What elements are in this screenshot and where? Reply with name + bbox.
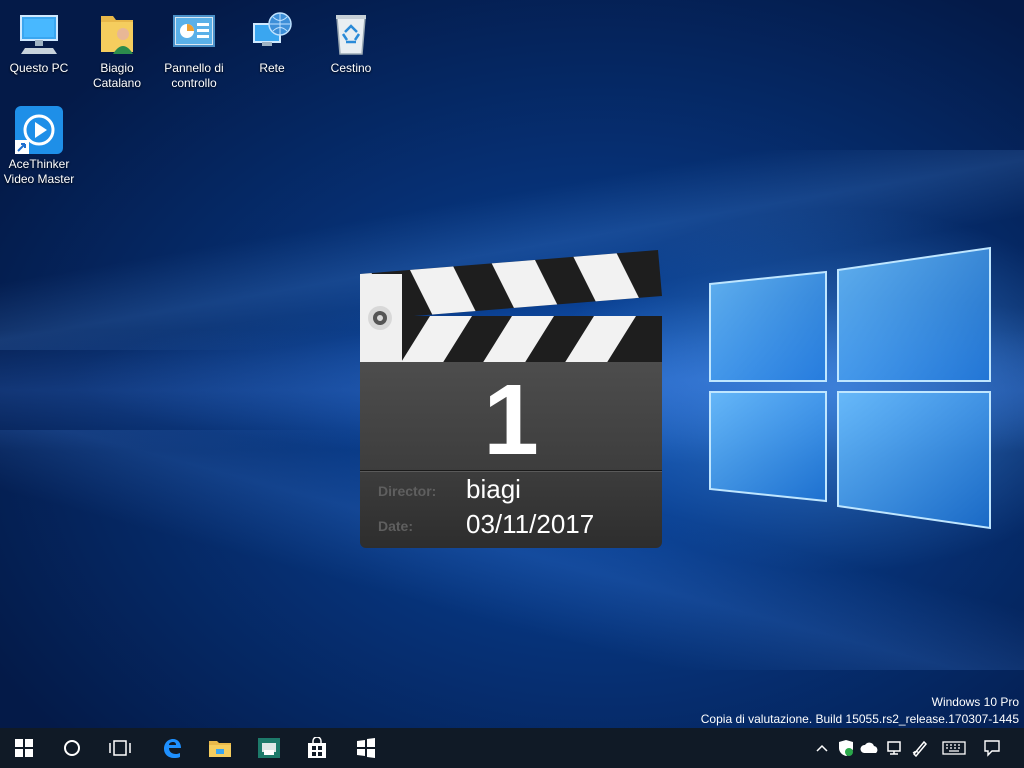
store-button[interactable]: [293, 728, 341, 768]
network-tray-button[interactable]: [883, 728, 907, 768]
desktop-icon-label: Cestino: [330, 61, 372, 75]
snip-icon: [357, 738, 375, 758]
slate-divider: [360, 470, 662, 472]
onedrive-tray-button[interactable]: [858, 728, 882, 768]
desktop-icon-label: Rete: [259, 61, 285, 75]
task-view-button[interactable]: [96, 728, 144, 768]
file-explorer-button[interactable]: [196, 728, 244, 768]
keyboard-icon: [942, 741, 966, 755]
desktop-icon-acethinker[interactable]: AceThinker Video Master: [1, 106, 77, 187]
network-icon: [887, 741, 901, 755]
cortana-button[interactable]: [48, 728, 96, 768]
desktop-icon-label-line2: Video Master: [3, 172, 75, 186]
director-label: Director:: [378, 483, 437, 499]
desktop-icon-label: AceThinker: [8, 157, 70, 171]
desktop-icon-user-folder[interactable]: Biagio Catalano: [79, 10, 155, 91]
start-button[interactable]: [0, 728, 48, 768]
scene-number: 1: [483, 364, 539, 476]
clapperboard-widget[interactable]: 1 Director: biagi Date: 03/11/2017: [360, 250, 662, 548]
desktop-icon-control-panel[interactable]: Pannello di controllo: [156, 10, 232, 91]
snip-button[interactable]: [342, 728, 390, 768]
director-value: biagi: [466, 474, 521, 504]
control-panel-icon: [170, 10, 218, 58]
desktop-icon-recycle-bin[interactable]: Cestino: [313, 10, 389, 76]
task-view-icon: [109, 740, 131, 756]
pen-workspace-button[interactable]: [908, 728, 932, 768]
network-icon: [248, 10, 296, 58]
desktop-icon-label-line2: controllo: [171, 76, 217, 90]
defender-tray-button[interactable]: [834, 728, 858, 768]
computer-icon: [15, 10, 63, 58]
clapper-stripes: [360, 250, 662, 366]
show-hidden-icons-button[interactable]: [810, 728, 834, 768]
desktop-icon-questo-pc[interactable]: Questo PC: [1, 10, 77, 76]
desktop-icon-label-line2: Catalano: [92, 76, 142, 90]
desktop-icon-network[interactable]: Rete: [234, 10, 310, 76]
acethinker-icon: [15, 106, 63, 154]
notifications-icon: [984, 740, 1000, 757]
action-center-button[interactable]: [980, 728, 1004, 768]
date-label: Date:: [378, 518, 414, 534]
app-button[interactable]: [245, 728, 293, 768]
user-folder-icon: [93, 10, 141, 58]
windows-edition: Windows 10 Pro: [931, 695, 1019, 709]
chevron-up-icon: [816, 744, 828, 752]
pen-icon: [912, 740, 928, 757]
onedrive-icon: [860, 742, 878, 753]
edge-icon: [164, 739, 181, 758]
desktop-icon-label: Pannello di: [164, 61, 224, 75]
defender-icon: [839, 740, 853, 756]
desktop-icon-label: Questo PC: [9, 61, 69, 75]
date-value: 03/11/2017: [466, 509, 595, 539]
taskbar: [0, 728, 1024, 768]
file-explorer-icon: [209, 741, 231, 757]
windows-logo-wallpaper: [709, 246, 991, 530]
store-icon: [308, 737, 326, 758]
build-watermark: Copia di valutazione. Build 15055.rs2_re…: [700, 712, 1019, 726]
desktop-icon-label: Biagio: [100, 61, 134, 75]
app-icon: [258, 738, 280, 758]
touch-keyboard-button[interactable]: [940, 728, 968, 768]
edge-button[interactable]: [148, 728, 196, 768]
start-icon: [15, 739, 33, 757]
recycle-bin-icon: [327, 10, 375, 58]
cortana-icon: [64, 740, 80, 756]
